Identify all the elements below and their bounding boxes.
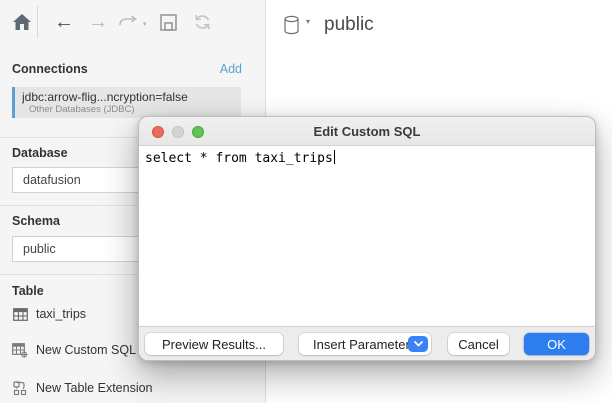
sql-text: select * from taxi_trips	[145, 151, 335, 166]
new-custom-sql-button[interactable]: New Custom SQL	[12, 342, 136, 358]
insert-parameter-button[interactable]: Insert Parameter	[299, 333, 431, 355]
new-table-extension-button[interactable]: New Table Extension	[12, 380, 153, 396]
table-item-label: taxi_trips	[36, 307, 86, 321]
table-extension-icon	[12, 380, 28, 396]
dialog-title: Edit Custom SQL	[314, 124, 421, 139]
database-cylinder-icon[interactable]	[283, 15, 300, 35]
dialog-footer: Preview Results... Insert Parameter Canc…	[139, 326, 595, 360]
forward-arrow-icon: →	[88, 10, 108, 34]
cancel-button[interactable]: Cancel	[448, 333, 509, 355]
preview-results-button[interactable]: Preview Results...	[145, 333, 283, 355]
add-connection-link[interactable]: Add	[220, 62, 242, 76]
back-arrow-icon: ←	[54, 10, 74, 34]
edit-custom-sql-dialog: Edit Custom SQL select * from taxi_trips…	[138, 116, 596, 361]
table-grid-icon	[12, 306, 28, 322]
minimize-window-button[interactable]	[172, 126, 184, 138]
new-table-extension-label: New Table Extension	[36, 381, 153, 395]
new-custom-sql-label: New Custom SQL	[36, 343, 136, 357]
redo-dropdown-caret[interactable]: ▾	[143, 20, 147, 28]
insert-parameter-label: Insert Parameter	[313, 337, 410, 352]
database-label: Database	[12, 146, 68, 160]
dialog-titlebar[interactable]: Edit Custom SQL	[139, 117, 595, 146]
ok-button[interactable]: OK	[524, 333, 589, 355]
save-icon	[160, 14, 177, 31]
connections-header: Connections Add	[12, 62, 242, 76]
forward-button[interactable]: →	[86, 10, 110, 34]
home-icon	[13, 14, 31, 30]
zoom-window-button[interactable]	[192, 126, 204, 138]
datasource-dropdown-caret[interactable]: ▾	[306, 17, 310, 26]
main-toolbar: ← → ▾	[0, 0, 265, 44]
table-item-taxi-trips[interactable]: taxi_trips	[12, 306, 86, 322]
toolbar-divider	[37, 6, 38, 38]
sql-editor[interactable]: select * from taxi_trips	[139, 146, 595, 326]
refresh-button[interactable]	[190, 10, 214, 34]
connections-title: Connections	[12, 62, 88, 76]
close-window-button[interactable]	[152, 126, 164, 138]
schema-label: Schema	[12, 214, 60, 228]
refresh-icon	[193, 13, 212, 31]
connection-item[interactable]: jdbc:arrow-flig...ncryption=false Other …	[12, 87, 241, 118]
canvas-header: ▾ public	[283, 14, 374, 36]
custom-sql-icon	[12, 342, 28, 358]
redo-button[interactable]	[116, 10, 140, 34]
save-button[interactable]	[156, 10, 180, 34]
insert-parameter-chevron-icon[interactable]	[408, 336, 428, 352]
table-label: Table	[12, 284, 44, 298]
redo-icon	[117, 15, 139, 29]
window-controls	[152, 126, 204, 138]
datasource-title: public	[324, 14, 374, 36]
connection-type: Other Databases (JDBC)	[22, 104, 241, 115]
connection-name: jdbc:arrow-flig...ncryption=false	[22, 90, 241, 104]
back-button[interactable]: ←	[52, 10, 76, 34]
home-button[interactable]	[10, 10, 34, 34]
